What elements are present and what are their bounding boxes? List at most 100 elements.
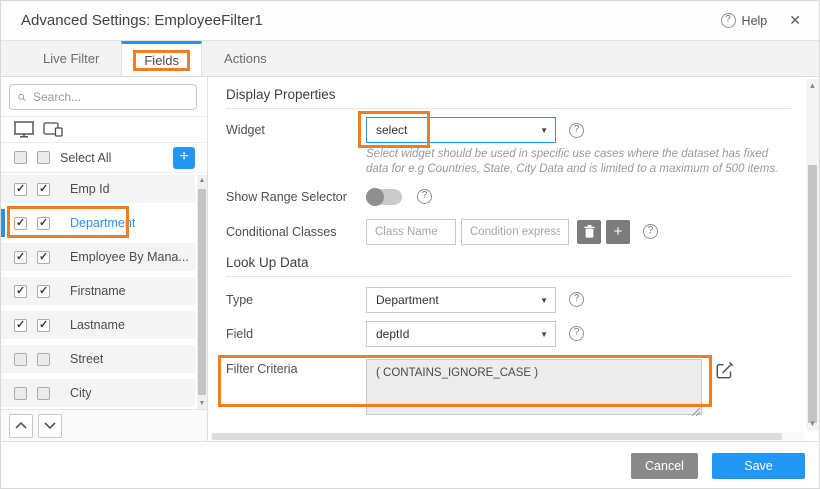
help-icon: ? xyxy=(721,13,736,28)
chevron-down-icon: ▼ xyxy=(540,330,548,339)
type-select[interactable]: Department ▼ xyxy=(366,287,556,313)
select-all-row: Select All + xyxy=(1,143,207,173)
mobile-devices-icon xyxy=(43,122,63,137)
widget-row: Widget select ▼ ? xyxy=(226,117,793,143)
widget-help-icon[interactable]: ? xyxy=(569,123,584,138)
scrollbar-thumb[interactable] xyxy=(198,189,206,395)
conditional-classes-help-icon[interactable]: ? xyxy=(643,224,658,239)
range-help-icon[interactable]: ? xyxy=(417,189,432,204)
list-item-city[interactable]: City xyxy=(1,379,195,407)
web-checkbox[interactable] xyxy=(14,251,27,264)
tab-actions[interactable]: Actions xyxy=(202,41,289,76)
main-scrollbar-horizontal[interactable] xyxy=(210,432,804,441)
add-field-button[interactable]: + xyxy=(173,147,195,169)
close-icon[interactable]: ✕ xyxy=(789,12,801,29)
search-area xyxy=(1,77,207,117)
web-checkbox[interactable] xyxy=(14,285,27,298)
device-columns-header xyxy=(1,117,207,143)
cancel-button[interactable]: Cancel xyxy=(631,453,698,479)
web-checkbox[interactable] xyxy=(14,387,27,400)
conditional-classes-label: Conditional Classes xyxy=(226,225,366,239)
list-item-street[interactable]: Street xyxy=(1,345,195,373)
trash-icon xyxy=(584,225,595,238)
field-select[interactable]: deptId ▼ xyxy=(366,321,556,347)
type-row: Type Department ▼ ? xyxy=(226,287,793,313)
list-item-lastname[interactable]: Lastname xyxy=(1,311,195,339)
sidebar-scrollbar[interactable]: ▲ ▼ xyxy=(197,175,207,409)
search-box xyxy=(9,84,197,110)
type-selected-value: Department xyxy=(376,293,439,307)
scroll-up-icon[interactable]: ▲ xyxy=(806,81,819,90)
move-down-button[interactable] xyxy=(38,414,62,438)
mobile-checkbox[interactable] xyxy=(37,319,50,332)
search-icon xyxy=(18,91,26,104)
tab-label: Fields xyxy=(144,53,179,68)
web-checkbox[interactable] xyxy=(14,183,27,196)
chevron-up-icon xyxy=(15,422,27,429)
edit-filter-criteria-button[interactable] xyxy=(715,361,734,385)
condition-expression-input[interactable] xyxy=(461,219,569,245)
mobile-select-all-checkbox[interactable] xyxy=(37,151,50,164)
list-item-department[interactable]: Department xyxy=(1,209,195,237)
display-properties-heading: Display Properties xyxy=(226,87,791,109)
mobile-checkbox[interactable] xyxy=(37,285,50,298)
move-up-button[interactable] xyxy=(9,414,33,438)
tab-label: Actions xyxy=(224,51,267,66)
fields-sidebar: Select All + Emp Id Department Employee … xyxy=(1,77,208,441)
main-scrollbar-vertical[interactable]: ▲ ▼ xyxy=(806,79,819,430)
delete-class-button[interactable] xyxy=(577,220,601,244)
field-label: Emp Id xyxy=(70,182,110,196)
web-select-all-checkbox[interactable] xyxy=(14,151,27,164)
field-list: Emp Id Department Employee By Mana... Fi… xyxy=(1,173,207,409)
show-range-selector-row: Show Range Selector ? xyxy=(226,189,793,205)
scrollbar-thumb[interactable] xyxy=(212,433,782,440)
resize-handle-icon[interactable] xyxy=(692,408,700,416)
list-item-firstname[interactable]: Firstname xyxy=(1,277,195,305)
list-item-emp-id[interactable]: Emp Id xyxy=(1,175,195,203)
show-range-selector-label: Show Range Selector xyxy=(226,190,366,204)
field-reorder-controls xyxy=(1,409,207,441)
advanced-settings-dialog: Advanced Settings: EmployeeFilter1 ? Hel… xyxy=(0,0,820,489)
field-label: Firstname xyxy=(70,284,126,298)
chevron-down-icon: ▼ xyxy=(540,126,548,135)
list-item-employee-by-manager[interactable]: Employee By Mana... xyxy=(1,243,195,271)
scroll-up-icon[interactable]: ▲ xyxy=(197,177,207,184)
field-settings-panel: Display Properties Widget select ▼ ? Sel… xyxy=(208,77,819,441)
mobile-checkbox[interactable] xyxy=(37,251,50,264)
tab-fields[interactable]: Fields xyxy=(121,41,202,76)
help-label: Help xyxy=(742,14,768,28)
content-area: Select All + Emp Id Department Employee … xyxy=(1,77,819,441)
class-name-input[interactable] xyxy=(366,219,456,245)
filter-criteria-row: Filter Criteria ( CONTAINS_IGNORE_CASE ) xyxy=(226,359,793,420)
scrollbar-thumb[interactable] xyxy=(808,165,817,423)
scroll-down-icon[interactable]: ▼ xyxy=(806,419,819,428)
type-help-icon[interactable]: ? xyxy=(569,292,584,307)
web-checkbox[interactable] xyxy=(14,319,27,332)
tab-live-filter[interactable]: Live Filter xyxy=(21,41,121,76)
chevron-down-icon xyxy=(44,422,56,429)
field-label: Lastname xyxy=(70,318,125,332)
tab-label: Live Filter xyxy=(43,51,99,66)
mobile-checkbox[interactable] xyxy=(37,387,50,400)
mobile-checkbox[interactable] xyxy=(37,353,50,366)
scroll-down-icon[interactable]: ▼ xyxy=(197,400,207,407)
look-up-data-heading: Look Up Data xyxy=(226,255,791,277)
web-checkbox[interactable] xyxy=(14,353,27,366)
mobile-checkbox[interactable] xyxy=(37,217,50,230)
field-help-icon[interactable]: ? xyxy=(569,326,584,341)
search-input[interactable] xyxy=(33,90,188,104)
add-class-button[interactable]: + xyxy=(606,220,630,244)
mobile-checkbox[interactable] xyxy=(37,183,50,196)
toggle-knob xyxy=(366,188,384,206)
show-range-selector-toggle[interactable] xyxy=(366,189,402,205)
help-button[interactable]: ? Help xyxy=(721,13,768,28)
web-checkbox[interactable] xyxy=(14,217,27,230)
field-row: Field deptId ▼ ? xyxy=(226,321,793,347)
tab-bar: Live Filter Fields Actions xyxy=(1,41,819,77)
dialog-header: Advanced Settings: EmployeeFilter1 ? Hel… xyxy=(1,1,819,41)
filter-criteria-textarea[interactable]: ( CONTAINS_IGNORE_CASE ) xyxy=(366,359,702,415)
widget-label: Widget xyxy=(226,123,366,137)
widget-select[interactable]: select ▼ xyxy=(366,117,556,143)
conditional-classes-row: Conditional Classes + ? xyxy=(226,219,793,245)
save-button[interactable]: Save xyxy=(712,453,805,479)
